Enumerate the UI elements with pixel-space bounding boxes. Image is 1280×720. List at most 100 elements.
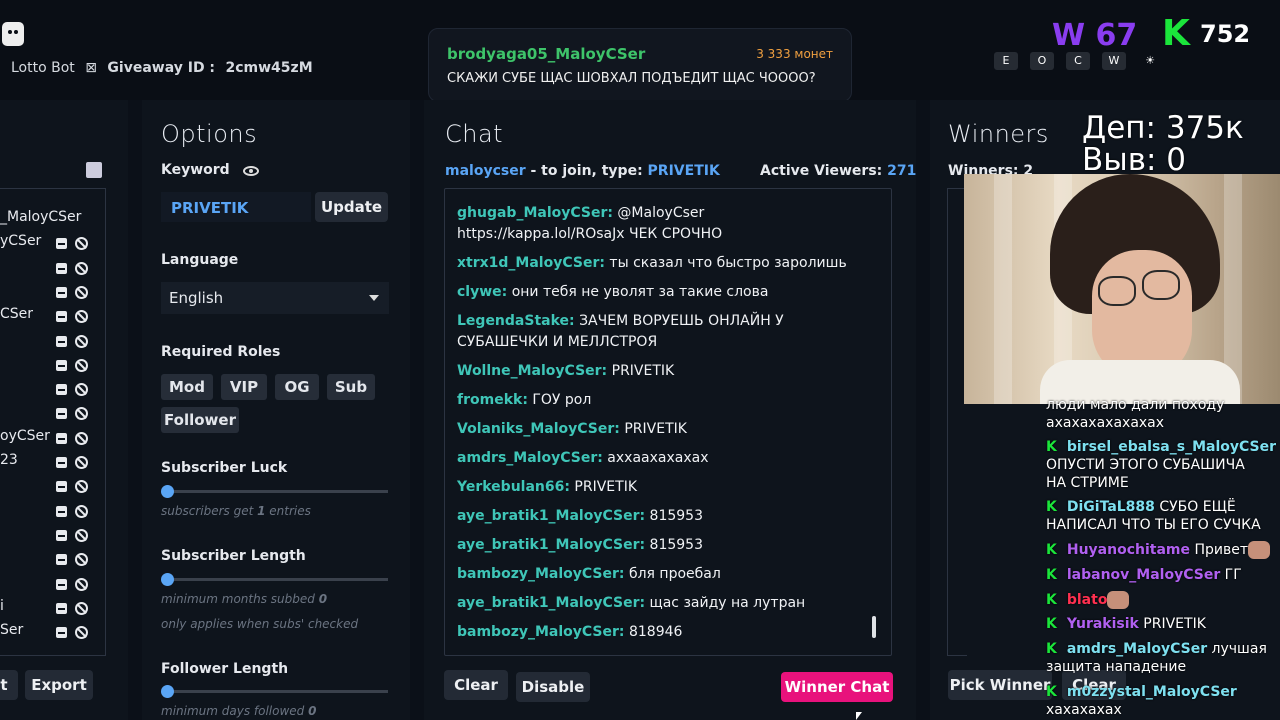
sub-length-slider[interactable] bbox=[161, 573, 388, 586]
chat-username[interactable]: xtrx1d_MaloyCSer: bbox=[457, 255, 605, 271]
mod-icon[interactable] bbox=[56, 359, 67, 371]
mod-icon[interactable] bbox=[56, 408, 67, 420]
ban-icon[interactable] bbox=[75, 358, 88, 372]
active-viewers: Active Viewers: 271 bbox=[760, 163, 916, 179]
mod-icon[interactable] bbox=[56, 262, 67, 274]
mod-icon[interactable] bbox=[56, 505, 67, 517]
stream-chat-text: ОПУСТИ ЭТОГО СУБАШИЧА bbox=[1046, 457, 1245, 473]
stream-chat-line: Kbirsel_ebalsa_s_MaloyCSer bbox=[1046, 438, 1280, 456]
update-button[interactable]: Update bbox=[315, 192, 388, 222]
slider-knob[interactable] bbox=[161, 485, 174, 498]
follower-length-label: Follower Length bbox=[161, 661, 289, 677]
chat-message: clywe: они тебя не уволят за такие слова bbox=[457, 282, 877, 303]
chat-text: ГОУ рол bbox=[527, 392, 592, 408]
ban-icon[interactable] bbox=[75, 504, 88, 518]
mod-icon[interactable] bbox=[56, 554, 67, 566]
ban-icon[interactable] bbox=[75, 407, 88, 421]
chat-log[interactable]: ghugab_MaloyCSer: @MaloyCser https://kapp… bbox=[444, 188, 892, 656]
clear-chat-button[interactable]: Clear bbox=[444, 670, 508, 700]
chat-username[interactable]: aye_bratik1_MaloyCSer: bbox=[457, 595, 645, 611]
chat-username[interactable]: Yerkebulan66: bbox=[457, 479, 570, 495]
chat-username[interactable]: aye_bratik1_MaloyCSer: bbox=[457, 508, 645, 524]
chat-scrollbar[interactable] bbox=[872, 616, 876, 638]
mod-icon[interactable] bbox=[56, 335, 67, 347]
disable-chat-button[interactable]: Disable bbox=[516, 672, 590, 702]
sub-luck-slider[interactable] bbox=[161, 485, 388, 498]
chat-username[interactable]: aye_bratik1_MaloyCSer: bbox=[457, 537, 645, 553]
ban-icon[interactable] bbox=[75, 577, 88, 591]
slider-knob[interactable] bbox=[161, 573, 174, 586]
eye-icon[interactable] bbox=[243, 166, 259, 176]
mod-icon[interactable] bbox=[56, 627, 67, 639]
export-button[interactable]: Export bbox=[25, 670, 93, 700]
winner-chat-button[interactable]: Winner Chat bbox=[781, 672, 893, 702]
chat-username[interactable]: amdrs_MaloyCSer: bbox=[457, 450, 603, 466]
mod-icon[interactable] bbox=[56, 578, 67, 590]
role-mod[interactable]: Mod bbox=[161, 374, 213, 400]
ban-icon[interactable] bbox=[75, 261, 88, 275]
sub-luck-hint: subscribers get 1 entries bbox=[161, 504, 311, 518]
copy-icon[interactable] bbox=[86, 162, 102, 178]
user-row: _MaloyCSer bbox=[0, 209, 104, 229]
alert-message: СКАЖИ СУБЕ ЩАС ШОВХАЛ ПОДЪЕДИТ ЩАС ЧОООО… bbox=[447, 71, 816, 86]
mod-icon[interactable] bbox=[56, 286, 67, 298]
ban-icon[interactable] bbox=[75, 237, 88, 251]
separator-icon: ⊠ bbox=[85, 60, 97, 76]
user-row: yCSer bbox=[0, 233, 104, 253]
ban-icon[interactable] bbox=[75, 383, 88, 397]
chat-username[interactable]: bambozy_MaloyCSer: bbox=[457, 624, 625, 640]
role-og[interactable]: OG bbox=[275, 374, 319, 400]
stream-chat-text: PRIVETIK bbox=[1138, 616, 1206, 632]
mod-icon[interactable] bbox=[56, 432, 67, 444]
role-follower[interactable]: Follower bbox=[161, 407, 239, 433]
user-name: CSer bbox=[0, 306, 34, 323]
chat-username[interactable]: ghugab_MaloyCSer: bbox=[457, 205, 613, 221]
chat-username[interactable]: bambozy_MaloyCSer: bbox=[457, 566, 625, 582]
keyword-input[interactable]: PRIVETIK bbox=[161, 192, 311, 222]
ban-icon[interactable] bbox=[75, 601, 88, 615]
viewers-count: 271 bbox=[887, 163, 917, 179]
stream-chat-text: ГГ bbox=[1220, 567, 1242, 583]
mod-icon[interactable] bbox=[56, 384, 67, 396]
chat-username[interactable]: Volaniks_MaloyCSer: bbox=[457, 421, 620, 437]
ban-icon[interactable] bbox=[75, 456, 88, 469]
ban-icon[interactable] bbox=[75, 553, 88, 567]
balance-overlay: Деп: 375к Выв: 0 bbox=[1082, 112, 1244, 176]
mod-icon[interactable] bbox=[56, 481, 67, 493]
role-sub[interactable]: Sub bbox=[327, 374, 375, 400]
chat-username[interactable]: Wollne_MaloyCSer: bbox=[457, 363, 607, 379]
chat-username[interactable]: clywe: bbox=[457, 284, 507, 300]
chat-username[interactable]: LegendaStake: bbox=[457, 313, 575, 329]
ban-icon[interactable] bbox=[75, 626, 88, 640]
language-select[interactable]: English bbox=[161, 282, 389, 314]
kick-badge-icon: K bbox=[1046, 641, 1057, 657]
chat-message: bambozy_MaloyCSer: 818946 bbox=[457, 622, 877, 643]
key-w: W bbox=[1102, 52, 1126, 70]
mod-icon[interactable] bbox=[56, 238, 67, 250]
import-button[interactable]: t bbox=[0, 670, 18, 700]
chat-text: PRIVETIK bbox=[619, 421, 687, 437]
role-vip[interactable]: VIP bbox=[221, 374, 267, 400]
follower-length-slider[interactable] bbox=[161, 685, 388, 698]
chat-username[interactable]: fromekk: bbox=[457, 392, 528, 408]
stream-chat-user: m0zzystal_MaloyCSer bbox=[1066, 684, 1237, 700]
hint-text: minimum months subbed bbox=[161, 592, 319, 606]
ban-icon[interactable] bbox=[75, 431, 88, 445]
mod-icon[interactable] bbox=[56, 602, 67, 614]
ban-icon[interactable] bbox=[75, 528, 88, 542]
stream-chat-user: birsel_ebalsa_s_MaloyCSer bbox=[1066, 439, 1277, 455]
ban-icon[interactable] bbox=[75, 480, 88, 494]
ban-icon[interactable] bbox=[75, 334, 88, 348]
mod-icon[interactable] bbox=[56, 457, 67, 468]
hint-text: entries bbox=[265, 504, 311, 518]
mod-icon[interactable] bbox=[56, 529, 67, 541]
ban-icon[interactable] bbox=[75, 285, 88, 299]
channel-name[interactable]: maloycser bbox=[445, 163, 526, 179]
mod-icon[interactable] bbox=[56, 311, 67, 323]
chat-message: https://kappa.lol/ROsaJx ЧЕК СРОЧНО bbox=[457, 224, 877, 245]
slider-knob[interactable] bbox=[161, 685, 174, 698]
ban-icon[interactable] bbox=[75, 310, 88, 324]
user-row: oyCSer bbox=[0, 428, 104, 448]
pick-winner-button[interactable]: Pick Winner bbox=[948, 670, 1052, 700]
stream-chat-user: labanov_MaloyCSer bbox=[1066, 567, 1221, 583]
